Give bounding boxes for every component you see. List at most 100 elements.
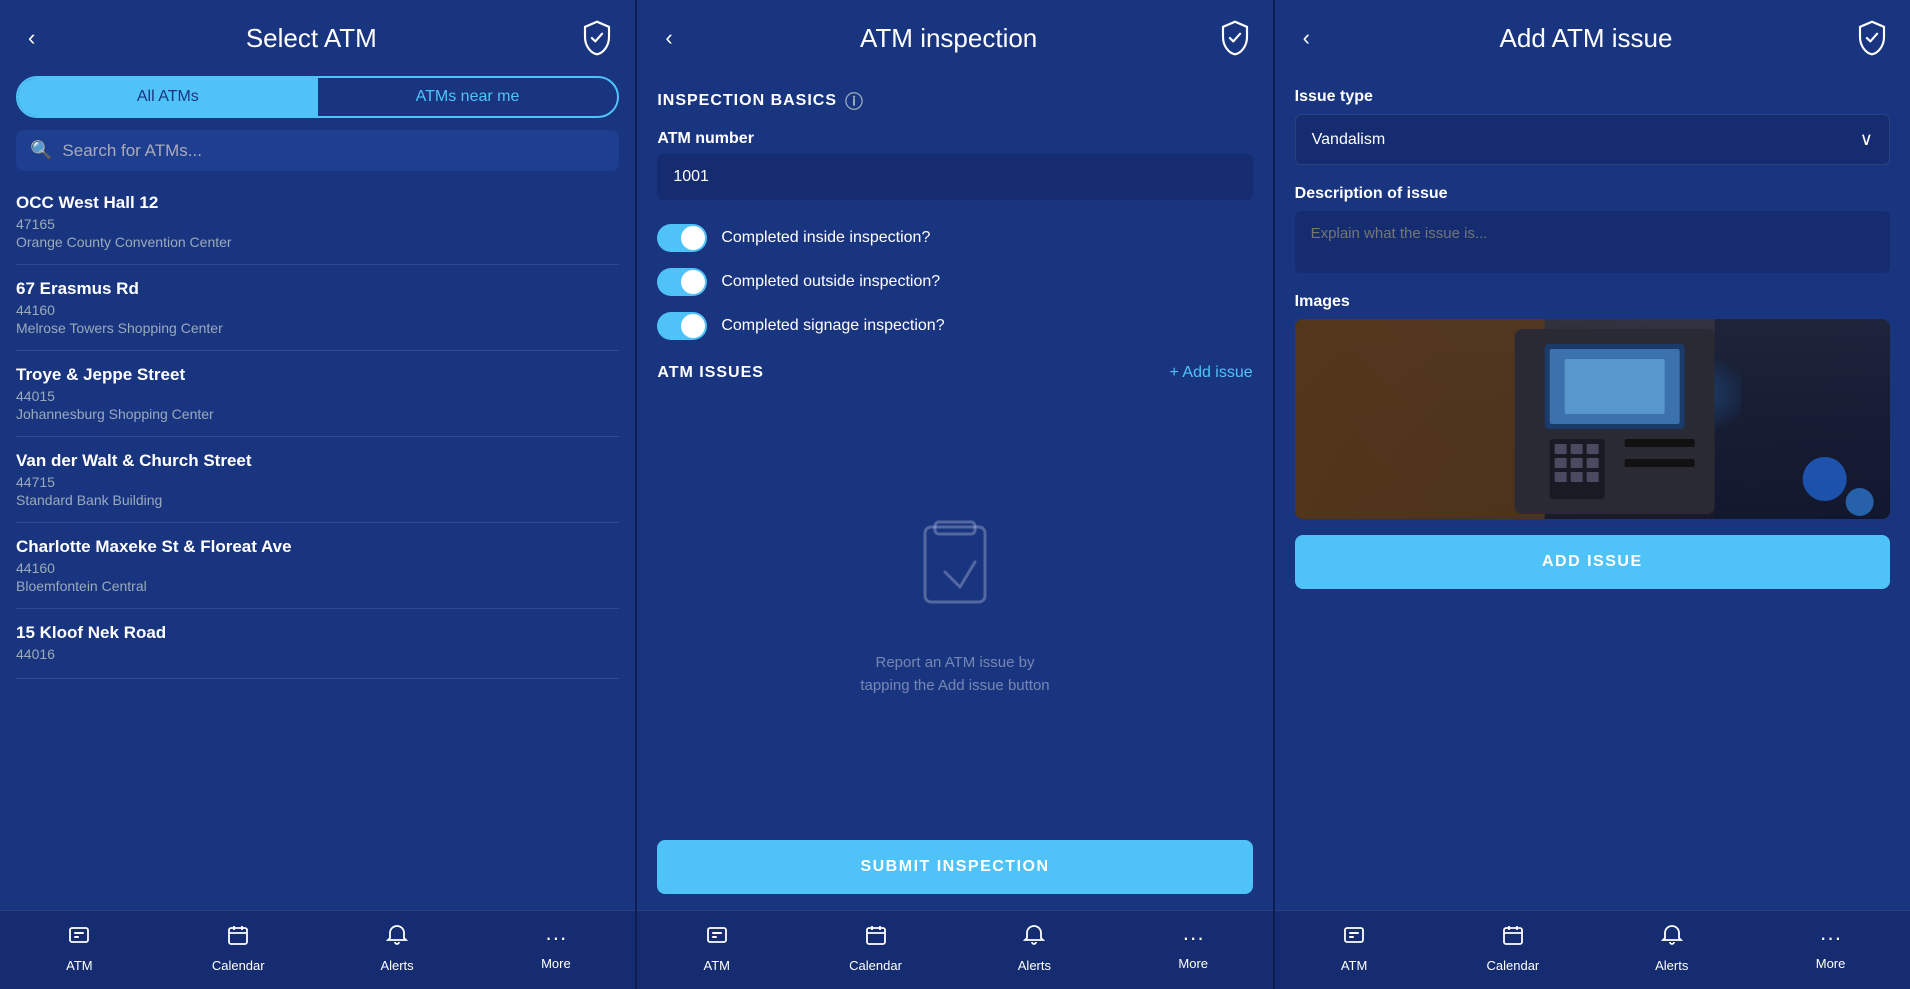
submit-inspection-button[interactable]: SUBMIT INSPECTION [657,840,1252,894]
atm-name: Charlotte Maxeke St & Floreat Ave [16,537,619,557]
info-icon[interactable]: ⓘ [845,88,864,114]
nav-more-s2[interactable]: ··· More [1158,925,1228,971]
bell-icon [385,923,409,953]
add-issue-submit-button[interactable]: ADD ISSUE [1295,535,1890,589]
empty-state-text: Report an ATM issue bytapping the Add is… [860,652,1049,697]
issue-type-label: Issue type [1275,72,1910,114]
back-button-screen2[interactable]: ‹ [657,21,680,55]
atm-list-item[interactable]: Charlotte Maxeke St & Floreat Ave 44160 … [16,523,619,609]
bell-icon-s2 [1022,923,1046,953]
empty-state: Report an ATM issue bytapping the Add is… [637,390,1272,824]
atm-number-input[interactable] [657,154,1252,200]
back-button-screen1[interactable]: ‹ [20,21,43,55]
brand-logo-screen1 [579,20,615,56]
screen3-title: Add ATM issue [1318,23,1854,54]
screen2-header: ‹ ATM inspection [637,0,1272,72]
toggle-row-signage: Completed signage inspection? [637,304,1272,348]
nav-more-label-s3: More [1816,956,1846,971]
nav-alerts-label: Alerts [380,958,413,973]
more-icon-s3: ··· [1820,925,1842,951]
nav-atm-s2[interactable]: ATM [682,923,752,973]
nav-atm-label-s3: ATM [1341,958,1367,973]
atm-location: Standard Bank Building [16,492,619,508]
screen1-title: Select ATM [43,23,579,54]
atm-name: OCC West Hall 12 [16,193,619,213]
atm-issues-title: ATM ISSUES [657,364,764,382]
search-bar[interactable]: 🔍 Search for ATMs... [16,130,619,171]
nav-calendar-label-s3: Calendar [1487,958,1540,973]
nav-calendar-label: Calendar [212,958,265,973]
toggle-signage-label: Completed signage inspection? [721,317,944,335]
nav-more-label: More [541,956,571,971]
screen2-title: ATM inspection [681,23,1217,54]
toggle-inside[interactable] [657,224,707,252]
atm-list-item[interactable]: Van der Walt & Church Street 44715 Stand… [16,437,619,523]
inspection-basics-title: INSPECTION BASICS ⓘ [637,72,1272,122]
nav-calendar-s3[interactable]: Calendar [1478,923,1548,973]
nav-atm-label: ATM [66,958,92,973]
atm-location: Melrose Towers Shopping Center [16,320,619,336]
toggle-signage[interactable] [657,312,707,340]
issue-type-dropdown[interactable]: Vandalism ∨ [1295,114,1890,165]
screen-atm-inspection: ‹ ATM inspection INSPECTION BASICS ⓘ ATM… [637,0,1272,989]
atm-list-item[interactable]: Troye & Jeppe Street 44015 Johannesburg … [16,351,619,437]
screen-add-atm-issue: ‹ Add ATM issue Issue type Vandalism ∨ D… [1275,0,1910,989]
more-icon: ··· [545,925,567,951]
nav-calendar-s2[interactable]: Calendar [841,923,911,973]
toggle-inside-label: Completed inside inspection? [721,229,930,247]
bell-icon-s3 [1660,923,1684,953]
atm-icon-s2 [705,923,729,953]
nav-more[interactable]: ··· More [521,925,591,971]
toggle-outside[interactable] [657,268,707,296]
atm-list-item[interactable]: OCC West Hall 12 47165 Orange County Con… [16,179,619,265]
tab-atms-near-me[interactable]: ATMs near me [318,78,618,116]
atm-code: 44160 [16,560,619,576]
tab-all-atms[interactable]: All ATMs [18,78,318,116]
screen3-header: ‹ Add ATM issue [1275,0,1910,72]
atm-issues-header: ATM ISSUES + Add issue [637,348,1272,390]
atm-image-inner [1295,319,1890,519]
atm-image [1295,319,1890,519]
empty-notepad-icon [910,517,1000,636]
back-button-screen3[interactable]: ‹ [1295,21,1318,55]
toggle-outside-label: Completed outside inspection? [721,273,940,291]
brand-logo-screen3 [1854,20,1890,56]
search-icon: 🔍 [30,140,52,161]
bottom-nav-screen1: ATM Calendar Alerts ·· [0,910,635,989]
screen-select-atm: ‹ Select ATM All ATMs ATMs near me 🔍 Sea… [0,0,635,989]
atm-name: Troye & Jeppe Street [16,365,619,385]
atm-name: 15 Kloof Nek Road [16,623,619,643]
nav-more-s3[interactable]: ··· More [1796,925,1866,971]
tab-switcher: All ATMs ATMs near me [16,76,619,118]
atm-location: Bloemfontein Central [16,578,619,594]
add-issue-content: Issue type Vandalism ∨ Description of is… [1275,72,1910,910]
nav-alerts[interactable]: Alerts [362,923,432,973]
nav-atm-label-s2: ATM [703,958,729,973]
atm-list: OCC West Hall 12 47165 Orange County Con… [0,179,635,910]
nav-atm[interactable]: ATM [44,923,114,973]
inspection-content: INSPECTION BASICS ⓘ ATM number Completed… [637,72,1272,910]
description-label: Description of issue [1275,181,1910,211]
add-issue-button[interactable]: + Add issue [1169,364,1252,382]
toggle-row-outside: Completed outside inspection? [637,260,1272,304]
atm-list-item[interactable]: 15 Kloof Nek Road 44016 [16,609,619,679]
atm-code: 44015 [16,388,619,404]
atm-name: Van der Walt & Church Street [16,451,619,471]
nav-more-label-s2: More [1178,956,1208,971]
description-input[interactable] [1295,211,1890,273]
atm-list-item[interactable]: 67 Erasmus Rd 44160 Melrose Towers Shopp… [16,265,619,351]
brand-logo-screen2 [1217,20,1253,56]
dropdown-value: Vandalism [1312,131,1386,149]
atm-code: 44160 [16,302,619,318]
screen1-header: ‹ Select ATM [0,0,635,72]
atm-number-label: ATM number [637,122,1272,154]
nav-alerts-s3[interactable]: Alerts [1637,923,1707,973]
bottom-nav-screen2: ATM Calendar Alerts ·· [637,910,1272,989]
atm-location: Orange County Convention Center [16,234,619,250]
atm-name: 67 Erasmus Rd [16,279,619,299]
nav-calendar[interactable]: Calendar [203,923,273,973]
nav-atm-s3[interactable]: ATM [1319,923,1389,973]
search-placeholder: Search for ATMs... [62,141,202,161]
atm-icon-s3 [1342,923,1366,953]
nav-alerts-s2[interactable]: Alerts [999,923,1069,973]
